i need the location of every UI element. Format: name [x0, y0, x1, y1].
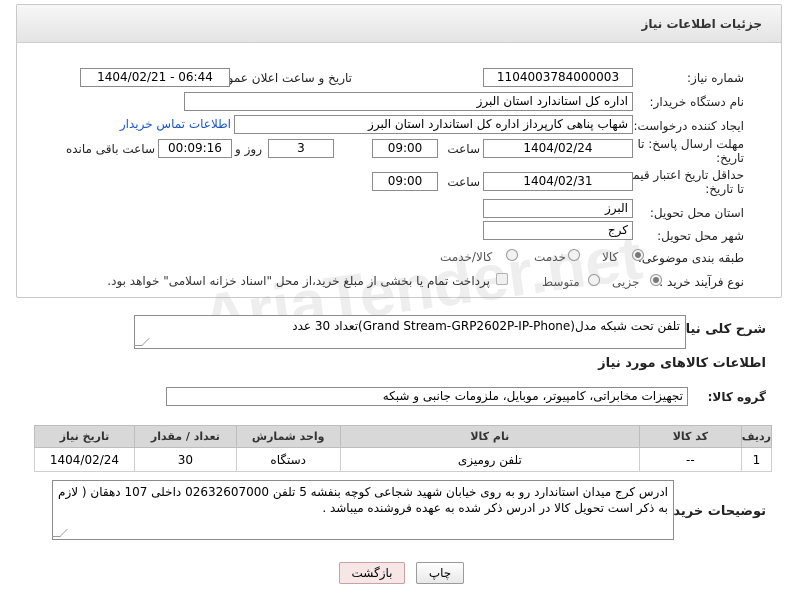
- city-label: شهر محل تحویل:: [657, 229, 744, 243]
- city-field: کرج: [483, 221, 633, 240]
- print-button[interactable]: چاپ: [416, 562, 464, 584]
- col-row: ردیف: [740, 425, 773, 448]
- deadline-time-field: 09:00: [372, 139, 438, 158]
- cell-qty: 30: [133, 447, 237, 472]
- buyer-field: اداره کل استاندارد استان البرز: [184, 92, 633, 111]
- buyer-notes-text: ادرس کرج میدان استاندارد رو به روی خیابا…: [58, 485, 668, 515]
- deadline-date-field: 1404/02/24: [483, 139, 633, 158]
- process-medium-radio[interactable]: [588, 274, 600, 286]
- goods-group-label: گروه کالا:: [707, 390, 766, 404]
- process-minor-label: جزیی: [612, 275, 640, 289]
- category-goods-service-radio[interactable]: [506, 249, 518, 261]
- buyer-label: نام دستگاه خریدار:: [649, 95, 745, 109]
- panel-title: جزئیات اطلاعات نیاز: [641, 17, 762, 31]
- province-field: البرز: [483, 199, 633, 218]
- col-unit: واحد شمارش: [235, 425, 341, 448]
- back-button[interactable]: بازگشت: [339, 562, 405, 584]
- creator-label: ایجاد کننده درخواست:: [633, 119, 744, 133]
- days-remaining-field: 3: [268, 139, 334, 158]
- treasury-payment-label: پرداخت تمام یا بخشی از مبلغ خرید،از محل …: [107, 274, 490, 288]
- description-label: شرح کلی نیاز:: [672, 322, 766, 337]
- category-goods-service-label: کالا/خدمت: [440, 250, 493, 264]
- validity-label: حداقل تاریخ اعتبار قیمت:: [617, 168, 744, 182]
- table-header-row: ردیف کد کالا نام کالا واحد شمارش تعداد /…: [34, 425, 773, 448]
- col-code: کد کالا: [638, 425, 742, 448]
- category-service-radio[interactable]: [568, 249, 580, 261]
- treasury-payment-checkbox[interactable]: [496, 273, 508, 285]
- cell-unit: دستگاه: [235, 447, 341, 472]
- category-goods-label: کالا: [602, 250, 619, 264]
- process-medium-label: متوسط: [542, 275, 580, 289]
- category-goods-radio[interactable]: [632, 249, 644, 261]
- deadline-label-date: تاریخ:: [716, 151, 744, 165]
- creator-field: شهاب پناهی کارپرداز اداره کل استاندارد ا…: [234, 115, 633, 134]
- days-label: روز و: [235, 142, 262, 156]
- goods-table: ردیف کد کالا نام کالا واحد شمارش تعداد /…: [34, 425, 773, 472]
- category-label: طبقه بندی موضوعی:: [637, 251, 744, 265]
- process-minor-radio[interactable]: [650, 274, 662, 286]
- need-number-label: شماره نیاز:: [687, 71, 744, 85]
- province-label: استان محل تحویل:: [649, 206, 744, 220]
- goods-info-heading: اطلاعات کالاهای مورد نیاز: [598, 356, 766, 371]
- cell-row: 1: [740, 447, 773, 472]
- goods-group-field: تجهیزات مخابراتی، کامپیوتر، موبایل، ملزو…: [166, 387, 688, 406]
- process-label: نوع فرآیند خرید :: [659, 275, 744, 289]
- col-name: نام کالا: [339, 425, 640, 448]
- description-text: تلفن تحت شبکه مدل(Grand Stream-GRP2602P-…: [292, 319, 680, 333]
- validity-label-date: تا تاریخ:: [705, 182, 744, 196]
- announce-datetime-field: 1404/02/21 - 06:44: [80, 68, 230, 87]
- buyer-notes-field: ادرس کرج میدان استاندارد رو به روی خیابا…: [52, 480, 674, 540]
- col-date: تاریخ نیاز: [34, 425, 135, 448]
- description-field: تلفن تحت شبکه مدل(Grand Stream-GRP2602P-…: [134, 315, 686, 349]
- validity-date-field: 1404/02/31: [483, 172, 633, 191]
- cell-code: --: [638, 447, 742, 472]
- buyer-contact-link[interactable]: اطلاعات تماس خریدار: [120, 117, 231, 131]
- table-row: 1 -- تلفن رومیزی دستگاه 30 1404/02/24: [34, 447, 773, 472]
- cell-name: تلفن رومیزی: [339, 447, 640, 472]
- validity-time-field: 09:00: [372, 172, 438, 191]
- time-remaining-label: ساعت باقی مانده: [65, 142, 155, 156]
- cell-date: 1404/02/24: [34, 447, 135, 472]
- category-service-label: خدمت: [534, 250, 566, 264]
- col-qty: تعداد / مقدار: [133, 425, 237, 448]
- time-remaining-field: 00:09:16: [158, 139, 232, 158]
- deadline-label: مهلت ارسال پاسخ: تا: [637, 137, 744, 151]
- validity-time-label: ساعت: [447, 175, 480, 189]
- need-number-field: 1104003784000003: [483, 68, 633, 87]
- deadline-time-label: ساعت: [447, 142, 480, 156]
